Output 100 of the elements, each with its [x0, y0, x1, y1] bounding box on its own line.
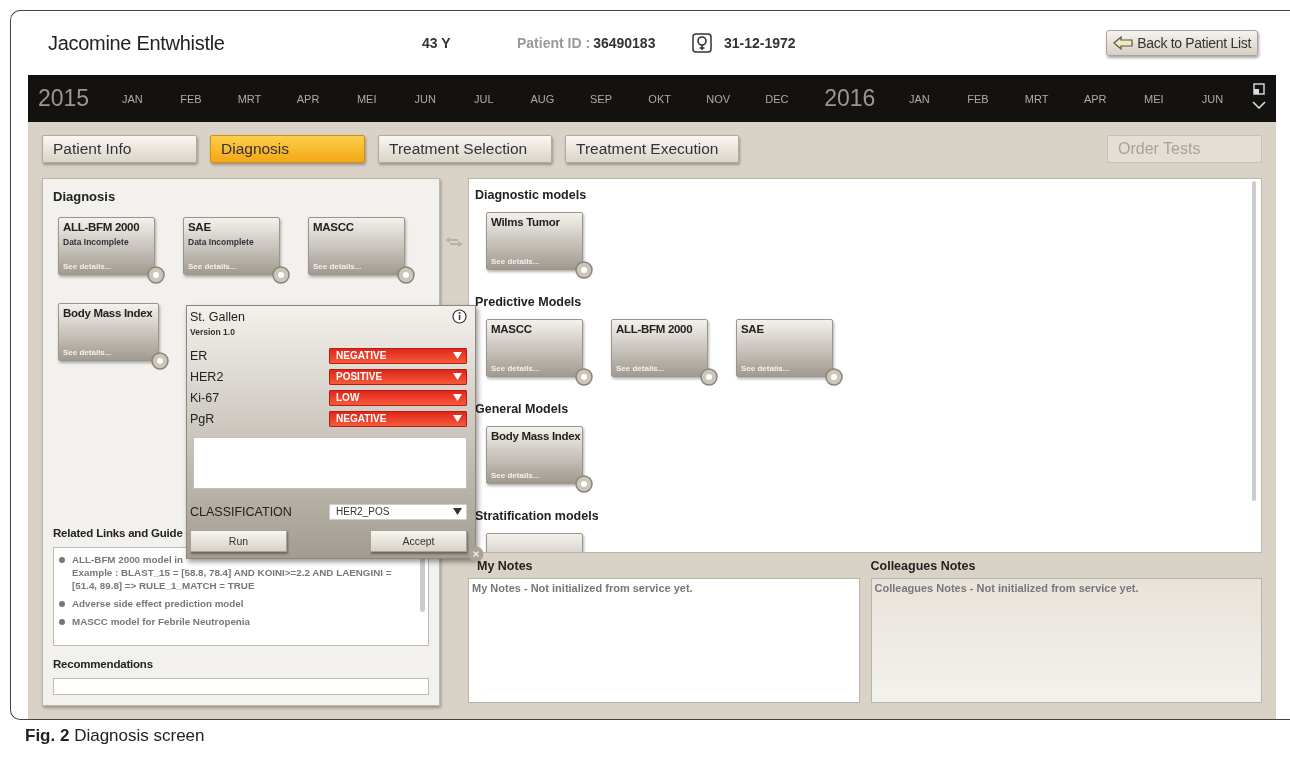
knob-icon[interactable] [700, 368, 718, 386]
knob-icon[interactable] [397, 266, 415, 284]
timeline-month[interactable]: FEB [948, 92, 1008, 105]
card-title: ALL-BFM 2000 [63, 221, 141, 233]
timeline-year[interactable]: 2016 [806, 85, 891, 112]
patient-id-label: Patient ID : [517, 35, 591, 51]
knob-icon[interactable] [575, 368, 593, 386]
notes-field[interactable]: Colleagues Notes - Not initialized from service yet. [870, 578, 1262, 703]
timeline-month[interactable]: MRT [1007, 92, 1066, 105]
recommendations-field[interactable] [53, 678, 429, 695]
section-title: Diagnostic models [475, 188, 587, 202]
link-text[interactable]: Example : BLAST_15 = [58.8, 78.4] AND KOINI>=2.2 AND LAENGINI = [51.4, 89.8] => RULE_1_MATCH = TRUE [72, 566, 412, 592]
section-title: General Models [475, 402, 569, 416]
parameter-label: HER2 [190, 369, 224, 384]
patient-id: 36490183 [593, 35, 656, 51]
scrollbar[interactable] [1252, 181, 1256, 501]
chevron-down-icon[interactable] [1252, 101, 1266, 109]
card-title: MASCC [491, 323, 533, 335]
timeline-month[interactable]: JUL [454, 92, 514, 105]
parameter-label: Ki-67 [190, 390, 220, 405]
caret-icon [453, 415, 462, 422]
link-text[interactable]: MASCC model for Febrile Neutropenia [72, 615, 250, 628]
bullet-icon [59, 619, 65, 625]
knob-icon[interactable] [575, 475, 593, 493]
result-field[interactable] [193, 437, 467, 489]
parameter-label: PgR [190, 411, 215, 426]
dialog-button[interactable]: Run [190, 530, 287, 552]
model-card[interactable]: Body Mass Index See details... [486, 426, 583, 484]
bullet-icon [59, 557, 65, 563]
caret-icon [453, 394, 462, 401]
timeline-month[interactable]: APR [278, 92, 338, 105]
timeline-month[interactable]: MRT [220, 92, 279, 105]
back-button[interactable]: Back to Patient List [1106, 30, 1258, 56]
tab[interactable]: Treatment Selection [378, 135, 552, 163]
parameter-label: ER [190, 348, 208, 363]
tab[interactable]: Treatment Execution [565, 135, 739, 163]
model-card[interactable]: SAE Data Incomplete See details... [183, 217, 280, 275]
timeline-month[interactable]: APR [1065, 92, 1125, 105]
knob-icon[interactable] [575, 261, 593, 279]
timeline-month[interactable]: JUN [1183, 92, 1242, 105]
dialog-title: St. Gallen [190, 309, 245, 324]
timeline-month[interactable]: DEC [747, 92, 807, 105]
knob-icon[interactable] [151, 352, 169, 370]
info-icon[interactable] [452, 309, 467, 324]
patient-name: Jacomine Entwhistle [47, 31, 226, 55]
model-card[interactable]: Body Mass Index See details... [58, 303, 159, 361]
panel-title: Diagnosis [53, 189, 117, 204]
knob-icon[interactable] [272, 266, 290, 284]
patient-age: 43 Y [422, 35, 452, 51]
dialog-button[interactable]: Accept [370, 530, 467, 552]
parameter-dropdown[interactable]: NEGATIVE [329, 347, 467, 364]
window-icon[interactable] [1253, 83, 1265, 95]
notes-field[interactable]: My Notes - Not initialized from service yet. [468, 578, 860, 703]
link-text[interactable]: Adverse side effect prediction model [72, 597, 244, 610]
parameter-dropdown[interactable]: POSITIVE [329, 368, 467, 385]
figure-caption: Fig. 2 Diagnosis screen [25, 726, 206, 746]
timeline-month[interactable]: FEB [161, 92, 221, 105]
model-card[interactable]: Wilms Tumor See details... [486, 212, 583, 270]
timeline-month[interactable]: NOV [688, 92, 748, 105]
card-title: Wilms Tumor [491, 216, 561, 228]
model-card[interactable]: MASCC See details... [486, 319, 583, 377]
classification-label: CLASSIFICATION [190, 504, 292, 519]
section-title: Related Links and Guide [53, 527, 184, 539]
model-card[interactable]: MASCC See details... [308, 217, 405, 275]
timeline-month[interactable]: JUN [395, 92, 455, 105]
timeline-year[interactable]: 2015 [28, 85, 103, 112]
section-title: Predictive Models [475, 295, 582, 309]
section-title: Stratification models [475, 509, 599, 523]
close-icon[interactable] [468, 546, 484, 562]
card-title: Body Mass Index [63, 307, 154, 319]
card-title: MASCC [313, 221, 355, 233]
section-title: Recommendations [53, 658, 154, 670]
female-icon [692, 33, 712, 53]
classification-dropdown[interactable]: HER2_POS [329, 503, 467, 520]
model-card[interactable]: ALL-BFM 2000 See details... [611, 319, 708, 377]
parameter-dropdown[interactable]: NEGATIVE [329, 410, 467, 427]
tab[interactable]: Diagnosis [210, 135, 365, 163]
tab[interactable]: Patient Info [42, 135, 197, 163]
knob-icon[interactable] [147, 266, 165, 284]
model-card[interactable]: ALL-BFM 2000 Data Incomplete See details... [58, 217, 155, 275]
knob-icon[interactable] [825, 368, 843, 386]
timeline-month[interactable]: SEP [571, 92, 631, 105]
timeline-month[interactable]: JAN [890, 92, 949, 105]
card-title: SAE [741, 323, 765, 335]
birth-date: 31-12-1972 [724, 35, 796, 51]
timeline-month[interactable]: AUG [513, 92, 572, 105]
parameter-dropdown[interactable]: LOW [329, 389, 467, 406]
caret-icon [453, 352, 462, 359]
timeline-month[interactable]: JAN [103, 92, 162, 105]
timeline-month[interactable]: MEI [337, 92, 396, 105]
card-status: Data Incomplete [63, 237, 130, 247]
card-status: Data Incomplete [188, 237, 255, 247]
notes-title: My Notes [476, 559, 534, 573]
timeline-month[interactable]: OKT [630, 92, 689, 105]
model-card[interactable]: SAE See details... [736, 319, 833, 377]
version-label: Version 1.0 [190, 327, 236, 337]
timeline-month[interactable]: MEI [1124, 92, 1184, 105]
card-title: ALL-BFM 2000 [616, 323, 694, 335]
card-title: SAE [188, 221, 212, 233]
caret-icon [453, 373, 462, 380]
